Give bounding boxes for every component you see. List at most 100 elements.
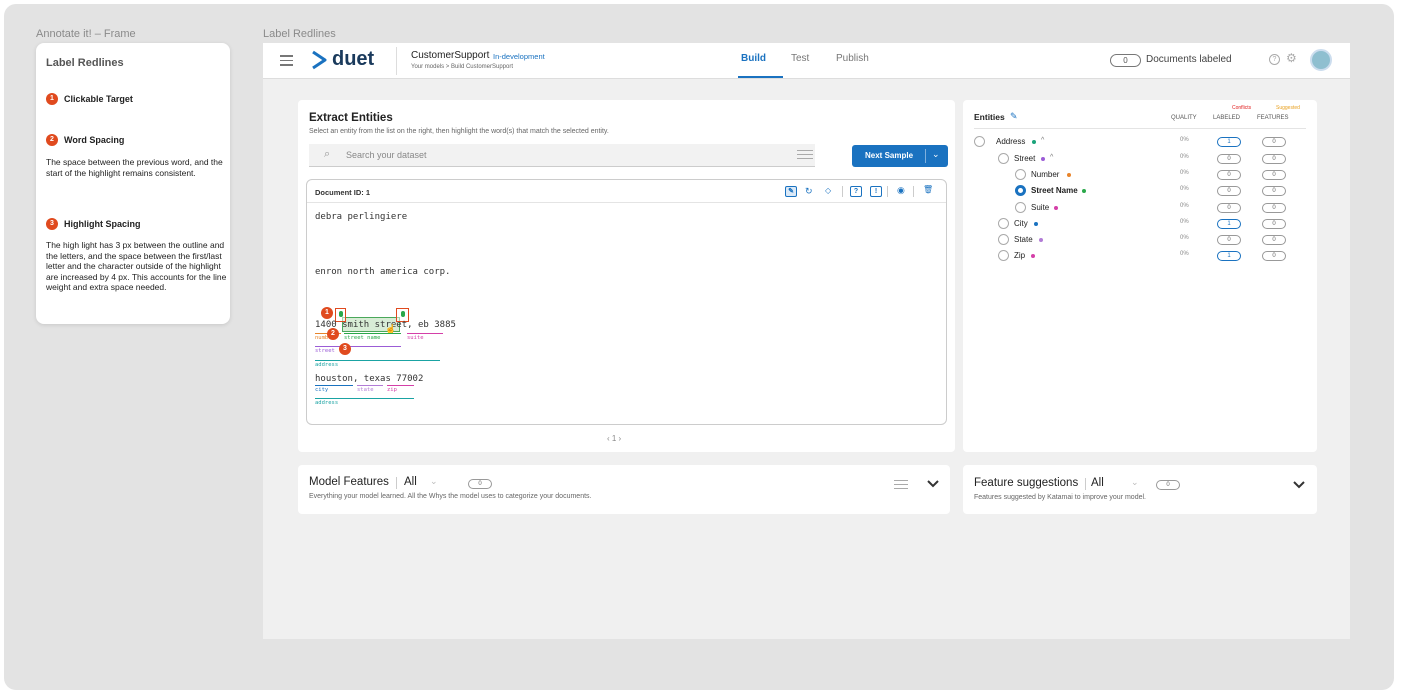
tag-zip: zip [387, 385, 414, 393]
tab-publish[interactable]: Publish [836, 53, 869, 64]
features-count: 0 [1262, 203, 1286, 213]
entity-row-city[interactable]: City 0% 1 0 [963, 216, 1317, 232]
chevron-down-icon[interactable]: ⌄ [430, 476, 438, 487]
edit-pencil-icon[interactable]: ✎ [1010, 111, 1018, 122]
extract-title: Extract Entities [309, 112, 393, 124]
tag-address: address [315, 360, 440, 368]
panel-divider [307, 202, 946, 203]
chevron-down-icon[interactable]: ⌄ [932, 149, 940, 160]
expand-chevron-icon[interactable] [1293, 481, 1305, 489]
extract-entities-card: Extract Entities Select an entity from t… [298, 100, 955, 452]
entity-row-state[interactable]: State 0% 0 0 [963, 232, 1317, 248]
features-count: 0 [1262, 235, 1286, 245]
radio-street-name[interactable] [1015, 185, 1026, 196]
feature-suggestions-filter[interactable]: All [1091, 477, 1104, 489]
model-name: CustomerSupport [411, 50, 490, 61]
radio-zip[interactable] [998, 250, 1009, 261]
frame-title-left: Annotate it! – Frame [36, 28, 136, 40]
token-state[interactable]: , texas [353, 374, 396, 384]
radio-suite[interactable] [1015, 202, 1026, 213]
quality-value: 0% [1180, 186, 1189, 192]
model-features-filter[interactable]: All [404, 476, 417, 488]
quality-value: 0% [1180, 251, 1189, 257]
tag-address-2: address [315, 398, 414, 406]
feature-suggestions-count: 0 [1156, 480, 1180, 490]
labeled-count: 0 [1217, 186, 1241, 196]
redline-title-2: Word Spacing [64, 135, 125, 145]
caret-icon[interactable]: ^ [1050, 154, 1053, 161]
filter-sliders-icon[interactable] [797, 150, 813, 159]
entity-row-suite[interactable]: Suite 0% 0 0 [963, 200, 1317, 216]
color-dot [1082, 189, 1086, 193]
entity-row-address[interactable]: Address ^ 0% 1 0 [963, 134, 1317, 150]
redline-desc-3: The high light has 3 px between the outl… [46, 240, 227, 292]
color-dot [1032, 140, 1036, 144]
doc-line-city: houston, texas 77002 [315, 374, 423, 384]
chevron-down-icon[interactable]: ⌄ [1131, 477, 1139, 488]
pencil-icon[interactable]: ✎ [785, 186, 797, 197]
token-city[interactable]: houston [315, 374, 353, 384]
gear-icon[interactable]: ⚙ [1286, 51, 1297, 65]
trash-icon[interactable]: 🗑 [923, 185, 933, 194]
feature-suggestions-card: Feature suggestions All ⌄ 0 Features sug… [963, 465, 1317, 514]
start-handle[interactable] [339, 311, 343, 317]
search-input[interactable]: Search your dataset [346, 150, 427, 160]
list-icon[interactable] [894, 480, 908, 489]
document-id: Document ID: 1 [315, 188, 371, 197]
token-zip[interactable]: 77002 [396, 374, 423, 384]
entity-row-street[interactable]: Street ^ 0% 0 0 [963, 151, 1317, 167]
entity-name: Number [1031, 170, 1060, 179]
rotate-icon[interactable]: ↻ [805, 186, 813, 197]
labeled-count: 1 [1217, 219, 1241, 229]
quality-value: 0% [1180, 170, 1189, 176]
col-labeled: LABELED [1213, 115, 1241, 121]
redline-desc-2: The space between the previous word, and… [46, 157, 223, 178]
redline-title-1: Clickable Target [64, 94, 133, 104]
entity-name: Address [996, 137, 1026, 146]
eraser-icon[interactable]: ◇ [825, 186, 831, 195]
tab-build[interactable]: Build [741, 53, 766, 64]
tab-test[interactable]: Test [791, 53, 809, 64]
end-handle[interactable] [401, 311, 405, 317]
exclamation-icon[interactable]: ! [870, 186, 882, 197]
token-suite[interactable]: , eb 3885 [407, 320, 456, 330]
help-icon[interactable]: ? [1269, 54, 1280, 65]
next-sample-button[interactable]: Next Sample ⌄ [852, 145, 948, 167]
entity-row-zip[interactable]: Zip 0% 1 0 [963, 248, 1317, 264]
search-bar[interactable]: ⌕ Search your dataset [309, 144, 815, 167]
radio-street[interactable] [998, 153, 1009, 164]
eye-icon[interactable]: ◉ [897, 185, 905, 196]
tag-state: state [357, 385, 383, 393]
model-features-title: Model Features [309, 476, 389, 488]
entity-row-street-name[interactable]: Street Name 0% 0 0 [963, 183, 1317, 199]
model-status: In-development [493, 52, 545, 61]
entities-title: Entities [974, 112, 1005, 122]
expand-chevron-icon[interactable] [927, 480, 939, 488]
token-street-name[interactable]: smith street [342, 320, 407, 330]
color-dot [1034, 222, 1038, 226]
color-dot [1041, 157, 1045, 161]
divider [1085, 478, 1086, 490]
labeled-count: 1 [1217, 251, 1241, 261]
col-quality: QUALITY [1171, 115, 1197, 121]
docs-label: Documents labeled [1146, 54, 1232, 65]
caret-icon[interactable]: ^ [1041, 137, 1044, 144]
radio-state[interactable] [998, 234, 1009, 245]
redline-title-3: Highlight Spacing [64, 219, 141, 229]
entity-name: Suite [1031, 203, 1050, 212]
entity-row-number[interactable]: Number 0% 0 0 [963, 167, 1317, 183]
docs-count-badge: 0 [1110, 54, 1141, 67]
radio-number[interactable] [1015, 169, 1026, 180]
model-features-card: Model Features All ⌄ 0 Everything your m… [298, 465, 950, 514]
color-dot [1031, 254, 1035, 258]
radio-city[interactable] [998, 218, 1009, 229]
question-icon[interactable]: ? [850, 186, 862, 197]
pagination[interactable]: ‹ 1 › [607, 434, 621, 443]
radio-address[interactable] [974, 136, 985, 147]
header-divider [974, 128, 1306, 129]
tag-street-name: street name [344, 333, 401, 341]
entity-name: City [1014, 219, 1028, 228]
menu-icon[interactable] [280, 55, 293, 66]
avatar[interactable] [1310, 49, 1332, 71]
redline-marker-2: 2 [327, 328, 339, 340]
